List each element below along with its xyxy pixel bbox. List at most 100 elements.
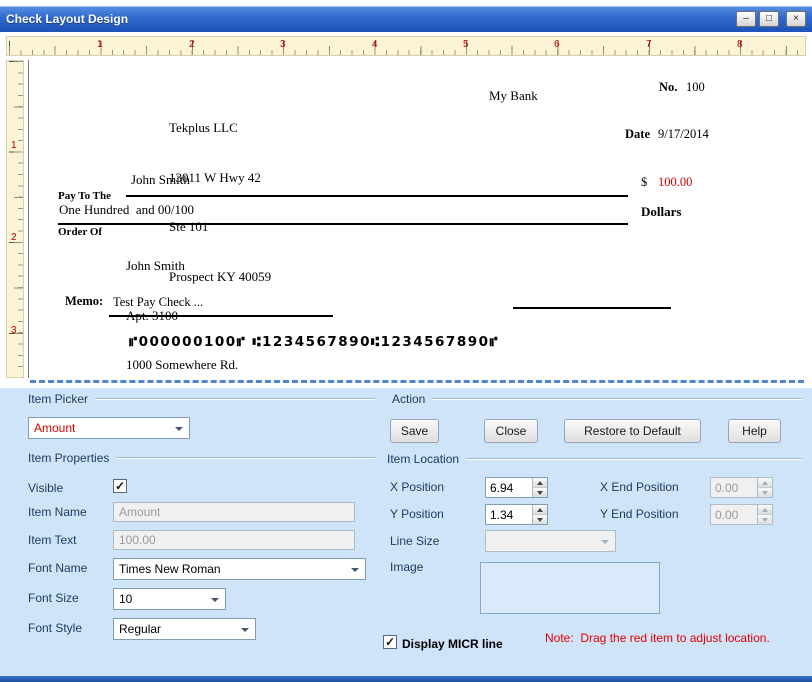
memo-underline[interactable] bbox=[109, 315, 333, 317]
bank-name[interactable]: My Bank bbox=[489, 88, 538, 104]
memo-label[interactable]: Memo: bbox=[65, 294, 103, 309]
chevron-down-icon bbox=[351, 568, 359, 572]
item-picker-section-label: Item Picker bbox=[28, 392, 89, 406]
properties-panel: Item Picker Action Amount Save Close Res… bbox=[0, 388, 812, 676]
ruler-mark-h1: 1 bbox=[97, 39, 103, 50]
help-button[interactable]: Help bbox=[728, 419, 781, 443]
save-button[interactable]: Save bbox=[390, 419, 439, 443]
font-size-dropdown[interactable]: 10 bbox=[113, 588, 226, 610]
ruler-mark-h4: 4 bbox=[372, 39, 378, 50]
dollar-sign[interactable]: $ bbox=[641, 175, 647, 190]
check-number-value[interactable]: 100 bbox=[686, 80, 705, 95]
x-position-label: X Position bbox=[390, 480, 445, 494]
micr-line[interactable]: ⑈000000100⑈ ⑆1234567890⑆1234567890⑈ bbox=[129, 334, 499, 350]
display-micr-line-checkbox[interactable]: ✓ bbox=[383, 635, 397, 649]
payee-address-line-3[interactable]: 1000 Somewhere Rd. bbox=[126, 357, 238, 374]
ruler-mark-h6: 6 bbox=[554, 39, 560, 50]
arrow-down-icon bbox=[762, 490, 768, 495]
item-name-field: Amount bbox=[113, 502, 355, 522]
close-button[interactable]: × bbox=[786, 11, 806, 27]
item-picker-dropdown[interactable]: Amount bbox=[28, 417, 190, 439]
maximize-button[interactable]: □ bbox=[759, 11, 779, 27]
minimize-button[interactable]: – bbox=[736, 11, 756, 27]
x-position-value: 6.94 bbox=[490, 481, 514, 495]
item-properties-section-label: Item Properties bbox=[28, 451, 110, 465]
amount-value[interactable]: 100.00 bbox=[658, 175, 692, 190]
ruler-mark-h2: 2 bbox=[189, 39, 195, 50]
date-value[interactable]: 9/17/2014 bbox=[658, 127, 709, 142]
item-name-label: Item Name bbox=[28, 505, 87, 519]
spin-up-button[interactable] bbox=[533, 505, 547, 514]
ruler-mark-h5: 5 bbox=[463, 39, 469, 50]
display-micr-line-label: Display MICR line bbox=[402, 637, 503, 651]
ruler-mark-v1: 1 bbox=[11, 140, 17, 151]
item-picker-section-header: Item Picker bbox=[28, 392, 375, 406]
drag-note-text: Note: Drag the red item to adjust locati… bbox=[545, 631, 770, 645]
dollars-label[interactable]: Dollars bbox=[641, 204, 681, 220]
pay-to-line-1[interactable]: Pay To The bbox=[58, 190, 111, 202]
amount-in-words[interactable]: One Hundred and 00/100 bbox=[59, 202, 194, 218]
close-action-button[interactable]: Close bbox=[484, 419, 538, 443]
x-end-position-spinner: 0.00 bbox=[710, 477, 773, 498]
arrow-up-icon bbox=[762, 480, 768, 485]
font-name-dropdown[interactable]: Times New Roman bbox=[113, 558, 366, 580]
section-divider-line bbox=[466, 458, 802, 460]
y-end-position-value: 0.00 bbox=[715, 508, 739, 522]
image-label: Image bbox=[390, 560, 424, 574]
spin-down-button bbox=[758, 487, 772, 497]
restore-to-default-button[interactable]: Restore to Default bbox=[564, 419, 701, 443]
font-name-selected-value: Times New Roman bbox=[119, 562, 221, 576]
window-controls: – □ × bbox=[736, 11, 806, 27]
titlebar[interactable]: Check Layout Design – □ × bbox=[0, 6, 812, 32]
spin-up-button[interactable] bbox=[533, 478, 547, 487]
horizontal-ruler: 1 2 3 4 5 6 7 8 bbox=[6, 36, 806, 56]
item-text-label: Item Text bbox=[28, 533, 77, 547]
check-layout-design-window: Check Layout Design – □ × 1 2 3 4 5 6 7 … bbox=[0, 0, 812, 682]
spin-down-button[interactable] bbox=[533, 514, 547, 524]
company-line-1[interactable]: Tekplus LLC bbox=[169, 120, 271, 137]
spinner-buttons bbox=[532, 505, 547, 524]
font-size-selected-value: 10 bbox=[119, 592, 133, 606]
ruler-mark-h3: 3 bbox=[280, 39, 286, 50]
font-size-label: Font Size bbox=[28, 591, 79, 605]
spin-down-button bbox=[758, 514, 772, 524]
x-position-spinner[interactable]: 6.94 bbox=[485, 477, 548, 498]
section-divider-line bbox=[95, 398, 375, 400]
date-label[interactable]: Date bbox=[625, 127, 650, 142]
window-title: Check Layout Design bbox=[6, 12, 129, 26]
spinner-buttons bbox=[757, 478, 772, 497]
spin-down-button[interactable] bbox=[533, 487, 547, 497]
memo-value[interactable]: Test Pay Check ... bbox=[113, 295, 203, 310]
payee-name[interactable]: John Smith bbox=[131, 172, 190, 188]
check-number-label[interactable]: No. bbox=[659, 80, 677, 95]
window-bottom-border bbox=[0, 676, 812, 682]
item-location-section-label: Item Location bbox=[387, 452, 460, 466]
arrow-down-icon bbox=[762, 517, 768, 522]
line-size-label: Line Size bbox=[390, 534, 440, 548]
line-size-dropdown bbox=[485, 530, 616, 552]
arrow-up-icon bbox=[762, 507, 768, 512]
spin-up-button bbox=[758, 505, 772, 514]
font-style-selected-value: Regular bbox=[119, 622, 162, 636]
section-divider-line bbox=[116, 457, 375, 459]
checkmark-icon: ✓ bbox=[384, 635, 396, 649]
spinner-buttons bbox=[532, 478, 547, 497]
action-section-header: Action bbox=[392, 392, 802, 406]
ruler-mark-h8: 8 bbox=[737, 39, 743, 50]
maximize-icon: □ bbox=[765, 13, 773, 24]
visible-checkbox[interactable]: ✓ bbox=[113, 479, 127, 493]
spin-up-button bbox=[758, 478, 772, 487]
font-name-label: Font Name bbox=[28, 561, 88, 575]
payee-underline[interactable] bbox=[126, 195, 628, 197]
item-location-section-header: Item Location bbox=[387, 452, 802, 466]
y-position-spinner[interactable]: 1.34 bbox=[485, 504, 548, 525]
font-style-dropdown[interactable]: Regular bbox=[113, 618, 256, 640]
image-picture-box bbox=[480, 562, 660, 614]
signature-line[interactable] bbox=[513, 307, 671, 309]
item-text-field: 100.00 bbox=[113, 530, 355, 550]
y-position-value: 1.34 bbox=[490, 508, 514, 522]
pay-to-line-2[interactable]: Order Of bbox=[58, 226, 111, 238]
arrow-up-icon bbox=[537, 480, 543, 485]
y-end-position-label: Y End Position bbox=[600, 507, 679, 521]
payee-address-line-1[interactable]: John Smith bbox=[126, 258, 238, 275]
